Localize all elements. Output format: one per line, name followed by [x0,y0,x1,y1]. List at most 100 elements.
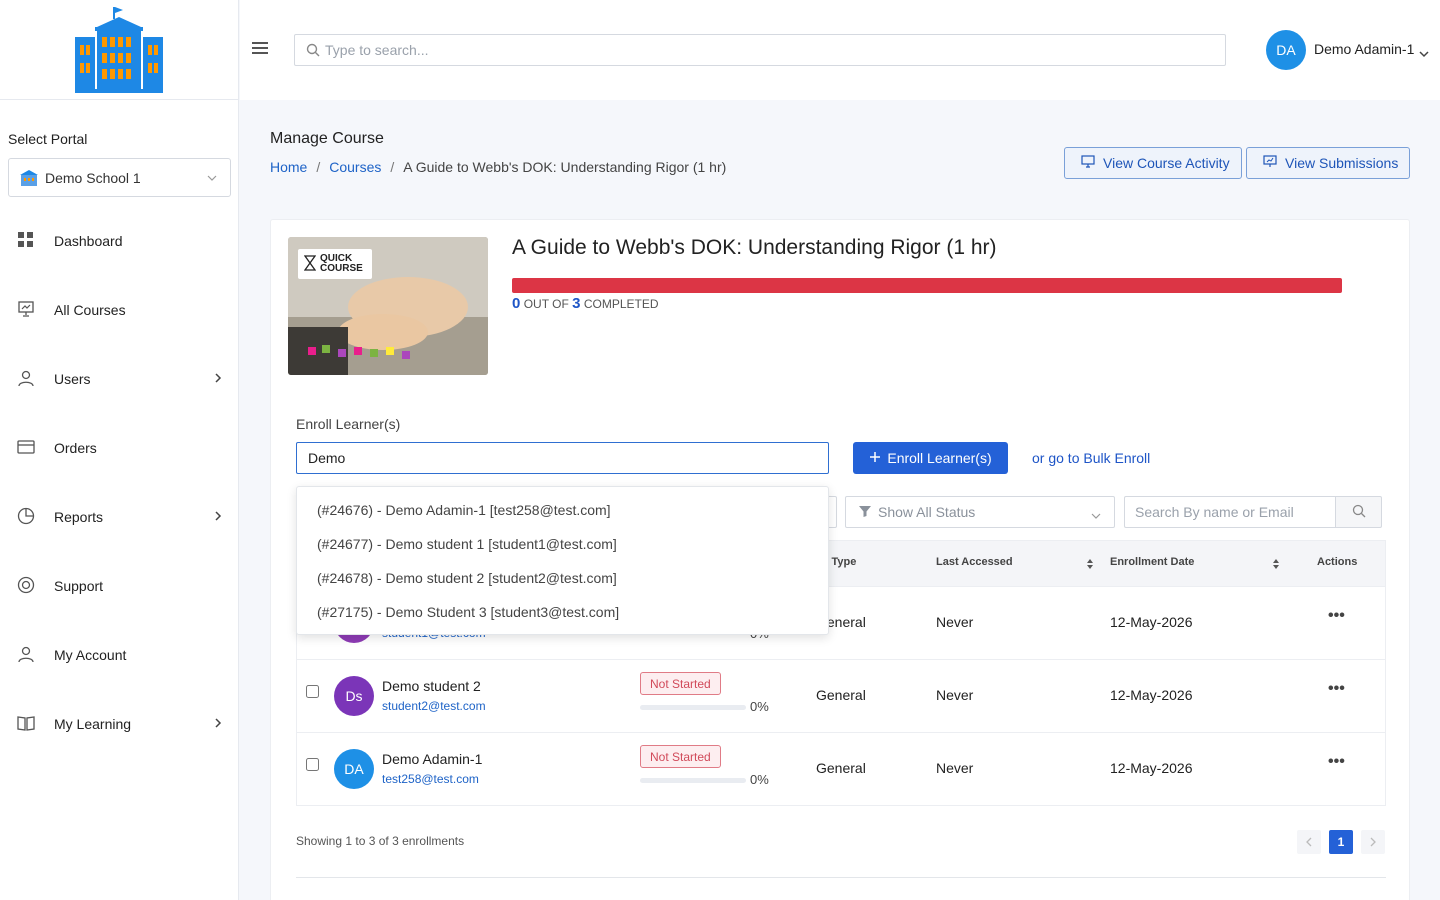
global-search-input[interactable] [325,42,1225,58]
row-checkbox[interactable] [306,758,319,771]
col-last-accessed[interactable]: Last Accessed [936,556,1013,568]
status-badge: Not Started [640,745,721,768]
sidebar-item-my-account[interactable]: My Account [0,635,239,675]
enroll-learners-button-label: Enroll Learner(s) [887,450,992,466]
row-email[interactable]: test258@test.com [382,772,479,786]
user-name[interactable]: Demo Adamin-1 [1314,41,1414,57]
breadcrumb-home[interactable]: Home [270,159,307,175]
global-search[interactable] [294,34,1226,66]
chevron-down-icon [1090,508,1102,524]
plus-icon [869,450,881,466]
school-logo-icon [75,6,163,93]
breadcrumb-separator: / [316,159,321,175]
search-button[interactable] [1335,496,1382,528]
sidebar-item-label: My Account [54,647,127,663]
school-icon [19,169,39,187]
sidebar-item-label: Reports [54,509,104,525]
avatar: Ds [334,676,374,716]
hourglass-icon [303,254,317,274]
suggestion-item[interactable]: (#27175) - Demo Student 3 [student3@test… [317,604,619,620]
lifebuoy-icon [17,576,35,594]
badge-line-2: COURSE [320,263,363,274]
row-progress-bar [640,778,746,783]
portal-select[interactable]: Demo School 1 [8,158,231,197]
topbar: DA Demo Adamin-1 [240,0,1440,100]
more-actions-icon[interactable]: ••• [1328,753,1345,771]
divider [296,877,1386,878]
suggestion-item[interactable]: (#24678) - Demo student 2 [student2@test… [317,570,617,586]
status-filter-select[interactable]: Show All Status [845,496,1115,528]
out-of-label: OUT OF [523,297,569,311]
chevron-left-icon [1306,837,1312,847]
chevron-right-icon [213,371,223,387]
search-icon [306,43,320,60]
dashboard-icon [17,231,35,249]
sidebar-item-my-learning[interactable]: My Learning [0,704,239,744]
sidebar-item-orders[interactable]: Orders [0,428,239,468]
bulk-enroll-link[interactable]: or go to Bulk Enroll [1032,450,1150,466]
search-by-name-input[interactable] [1124,496,1335,528]
pie-chart-icon [17,507,35,525]
sidebar-item-reports[interactable]: Reports [0,497,239,537]
more-actions-icon[interactable]: ••• [1328,680,1345,698]
enroll-learners-label: Enroll Learner(s) [296,416,401,432]
row-user-type: General [816,687,866,703]
row-progress-percent: 0% [750,772,769,787]
pagination-next-button[interactable] [1361,830,1385,854]
enroll-learners-button[interactable]: Enroll Learner(s) [853,442,1008,474]
enroll-suggestions-dropdown: (#24676) - Demo Adamin-1 [test258@test.c… [296,486,829,635]
filter-icon [858,504,872,521]
row-user-type: General [816,760,866,776]
sort-icon[interactable] [1086,557,1094,573]
row-last-accessed: Never [936,687,974,703]
book-icon [17,714,35,732]
logo[interactable] [0,0,238,100]
row-checkbox[interactable] [306,685,319,698]
monitor-icon [1081,155,1095,171]
row-progress-bar [640,705,746,710]
view-submissions-button[interactable]: View Submissions [1246,147,1410,179]
col-enrollment-date[interactable]: Enrollment Date [1110,556,1194,568]
hamburger-menu-icon[interactable] [252,42,268,56]
course-card: QUICK COURSE A Guide to Webb's DOK: Unde… [270,219,1410,900]
sidebar: Select Portal Demo School 1 Dashboard Al… [0,0,239,900]
total-count: 3 [572,295,581,312]
view-submissions-label: View Submissions [1285,155,1399,171]
row-name: Demo Adamin-1 [382,751,483,767]
row-email[interactable]: student2@test.com [382,699,486,713]
sidebar-item-dashboard[interactable]: Dashboard [0,221,239,261]
suggestion-item[interactable]: (#24677) - Demo student 1 [student1@test… [317,536,617,552]
sidebar-item-label: All Courses [54,302,126,318]
chevron-down-icon [206,171,218,187]
pagination-page-1[interactable]: 1 [1329,830,1353,854]
portal-select-value: Demo School 1 [45,169,141,186]
chevron-down-icon[interactable] [1419,45,1429,61]
sidebar-item-all-courses[interactable]: All Courses [0,290,239,330]
breadcrumb: Home / Courses / A Guide to Webb's DOK: … [270,159,726,175]
pagination-prev-button[interactable] [1297,830,1321,854]
view-course-activity-button[interactable]: View Course Activity [1064,147,1242,179]
sidebar-item-label: My Learning [54,716,132,732]
search-icon [1352,504,1366,521]
page-title: Manage Course [270,130,384,147]
row-enrollment-date: 12-May-2026 [1110,614,1193,630]
user-icon [17,369,35,387]
sidebar-item-label: Support [54,578,104,594]
row-enrollment-date: 12-May-2026 [1110,760,1193,776]
sidebar-item-users[interactable]: Users [0,359,239,399]
more-actions-icon[interactable]: ••• [1328,607,1345,625]
sidebar-item-label: Orders [54,440,97,456]
sort-icon[interactable] [1272,557,1280,573]
quick-course-badge: QUICK COURSE [298,249,372,279]
suggestion-item[interactable]: (#24676) - Demo Adamin-1 [test258@test.c… [317,502,611,518]
row-enrollment-date: 12-May-2026 [1110,687,1193,703]
completed-count: 0 [512,295,521,312]
sidebar-item-support[interactable]: Support [0,566,239,606]
enroll-learner-input[interactable] [296,442,829,474]
user-avatar[interactable]: DA [1266,30,1306,70]
breadcrumb-courses[interactable]: Courses [329,159,381,175]
row-last-accessed: Never [936,614,974,630]
table-row: DA Demo Adamin-1 test258@test.com Not St… [297,733,1385,806]
completed-label: COMPLETED [583,297,659,311]
view-course-activity-label: View Course Activity [1103,155,1230,171]
